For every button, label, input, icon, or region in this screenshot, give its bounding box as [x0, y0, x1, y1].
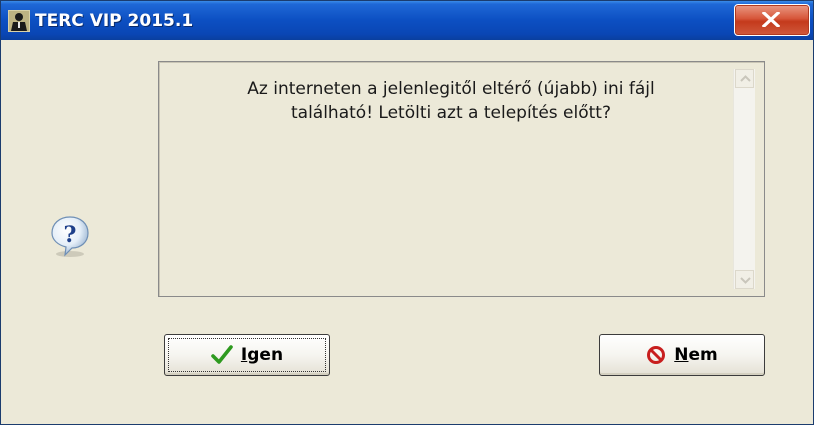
- dialog-body: ? Az interneten a jelenlegitől eltérő (ú…: [1, 40, 813, 424]
- message-text: Az interneten a jelenlegitől eltérő (úja…: [171, 77, 731, 125]
- checkmark-icon: [211, 345, 233, 364]
- vertical-scrollbar[interactable]: [733, 69, 755, 289]
- app-person-icon: [8, 10, 30, 32]
- dialog-window: TERC VIP 2015.1 ? Az interneten a jelenl…: [0, 0, 814, 425]
- no-button-label: Nem: [674, 345, 717, 365]
- yes-button-content: Igen: [165, 335, 329, 375]
- yes-button[interactable]: Igen: [164, 334, 330, 376]
- close-button[interactable]: [734, 4, 810, 36]
- no-label-rest: em: [688, 345, 718, 365]
- scroll-up-arrow-icon: [740, 75, 751, 82]
- message-line-2: található! Letölti azt a telepítés előtt…: [290, 103, 611, 123]
- close-x-icon: [762, 12, 780, 27]
- yes-label-rest: gen: [247, 345, 284, 365]
- window-title: TERC VIP 2015.1: [35, 11, 194, 31]
- no-button-content: Nem: [600, 335, 764, 375]
- svg-text:?: ?: [64, 222, 77, 248]
- question-icon: ?: [51, 216, 89, 257]
- scroll-down-arrow-icon: [740, 277, 751, 284]
- message-line-1: Az interneten a jelenlegitől eltérő (úja…: [247, 79, 655, 99]
- no-mnemonic: N: [674, 345, 689, 365]
- yes-button-label: Igen: [241, 345, 283, 365]
- no-entry-icon: [647, 346, 666, 364]
- scroll-down-button[interactable]: [735, 270, 754, 289]
- title-bar[interactable]: TERC VIP 2015.1: [1, 1, 813, 40]
- scroll-up-button[interactable]: [735, 69, 754, 88]
- no-button[interactable]: Nem: [599, 334, 765, 376]
- message-panel: Az interneten a jelenlegitől eltérő (úja…: [158, 61, 765, 297]
